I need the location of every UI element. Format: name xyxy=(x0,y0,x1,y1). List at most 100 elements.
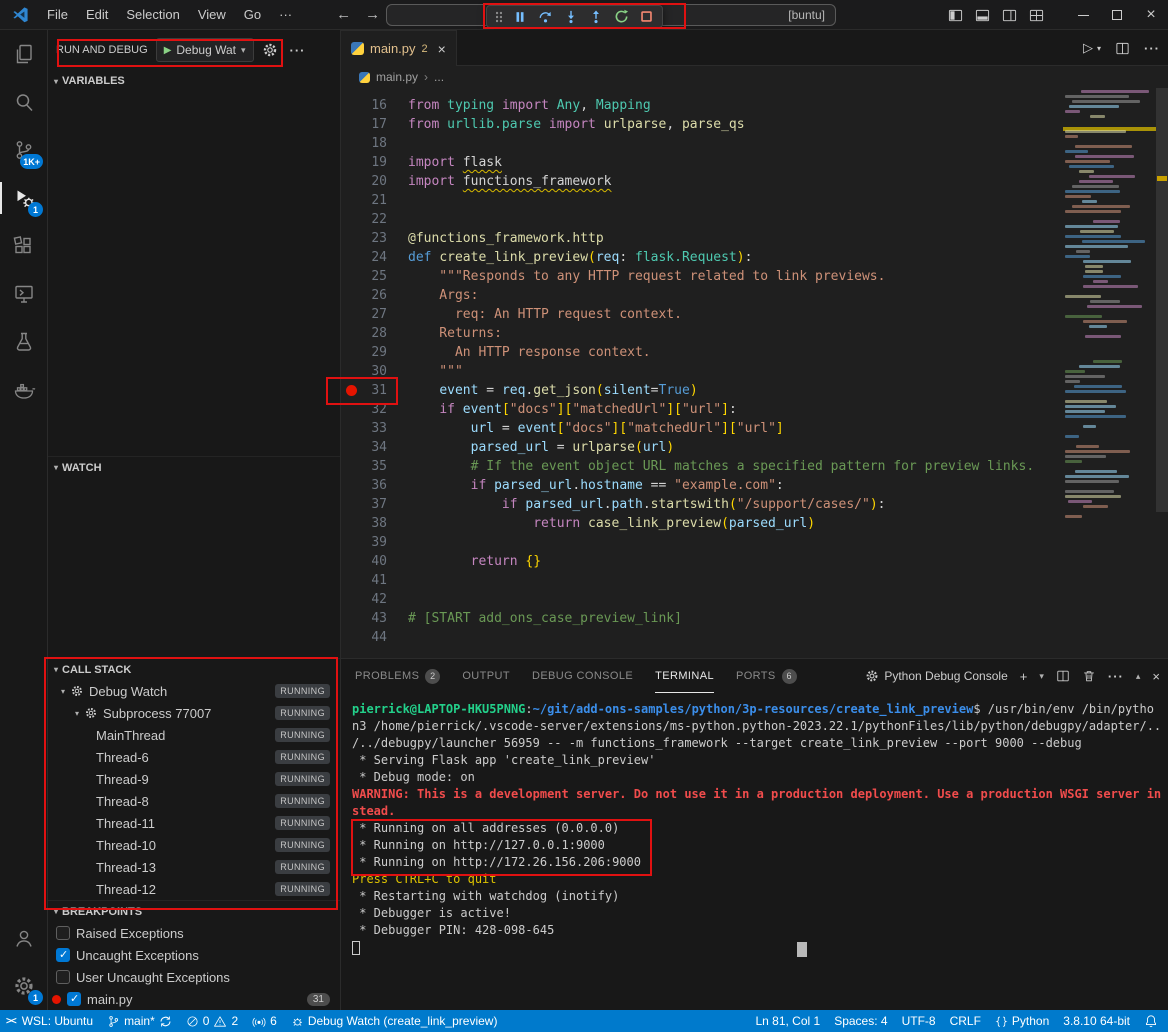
line-number[interactable]: 27 xyxy=(361,307,387,322)
step-over-icon[interactable] xyxy=(538,10,553,24)
code-line[interactable]: 28 Returns: xyxy=(341,324,1168,343)
panel-tab-debug-console[interactable]: DEBUG CONSOLE xyxy=(532,659,633,693)
code-line[interactable]: 29 An HTTP response context. xyxy=(341,343,1168,362)
line-number[interactable]: 36 xyxy=(361,478,387,493)
code-text[interactable]: """Responds to any HTTP request related … xyxy=(387,269,885,284)
tab-main-py[interactable]: main.py 2 × xyxy=(341,30,457,66)
code-text[interactable]: # If the event object URL matches a spec… xyxy=(387,459,1034,474)
panel-tab-ports[interactable]: PORTS6 xyxy=(736,659,797,693)
activity-settings[interactable]: 1 xyxy=(0,962,48,1010)
breakpoint-row[interactable]: main.py31 xyxy=(48,988,340,1010)
code-line[interactable]: 30 """ xyxy=(341,362,1168,381)
callstack-row[interactable]: Thread-11RUNNING xyxy=(48,812,340,834)
run-dropdown-chevron-icon[interactable]: ▾ xyxy=(1097,44,1101,53)
cursor-position[interactable]: Ln 81, Col 1 xyxy=(755,1014,820,1028)
breakpoint-row[interactable]: User Uncaught Exceptions xyxy=(48,966,340,988)
bell-icon[interactable] xyxy=(1144,1014,1158,1028)
callstack-row[interactable]: Thread-6RUNNING xyxy=(48,746,340,768)
callstack-row[interactable]: MainThreadRUNNING xyxy=(48,724,340,746)
menu-edit[interactable]: Edit xyxy=(78,4,116,25)
line-number[interactable]: 35 xyxy=(361,459,387,474)
tab-close-icon[interactable]: × xyxy=(438,41,446,57)
code-line[interactable]: 43# [START add_ons_case_preview_link] xyxy=(341,609,1168,628)
line-number[interactable]: 44 xyxy=(361,630,387,645)
code-line[interactable]: 39 xyxy=(341,533,1168,552)
code-line[interactable]: 25 """Responds to any HTTP request relat… xyxy=(341,267,1168,286)
views-more-icon[interactable]: ··· xyxy=(290,43,306,58)
line-number[interactable]: 21 xyxy=(361,193,387,208)
code-line[interactable]: 41 xyxy=(341,571,1168,590)
code-text[interactable]: An HTTP response context. xyxy=(387,345,651,360)
line-number[interactable]: 17 xyxy=(361,117,387,132)
line-number[interactable]: 24 xyxy=(361,250,387,265)
line-number[interactable]: 34 xyxy=(361,440,387,455)
line-number[interactable]: 19 xyxy=(361,155,387,170)
code-text[interactable]: return {} xyxy=(387,554,541,569)
customize-layout-icon[interactable] xyxy=(1029,8,1044,23)
code-text[interactable]: from urllib.parse import urlparse, parse… xyxy=(387,117,745,132)
toggle-panel-icon[interactable] xyxy=(975,8,990,23)
code-line[interactable]: 24def create_link_preview(req: flask.Req… xyxy=(341,248,1168,267)
code-line[interactable]: 40 return {} xyxy=(341,552,1168,571)
line-number[interactable]: 20 xyxy=(361,174,387,189)
activity-source-control[interactable]: 1K+ xyxy=(0,126,48,174)
breakpoint-row[interactable]: Uncaught Exceptions xyxy=(48,944,340,966)
debug-session-indicator[interactable]: Debug Watch (create_link_preview) xyxy=(291,1014,498,1028)
breakpoint-row[interactable]: Raised Exceptions xyxy=(48,922,340,944)
menu-go[interactable]: Go xyxy=(236,4,269,25)
new-terminal-icon[interactable]: + xyxy=(1020,669,1028,684)
line-number[interactable]: 41 xyxy=(361,573,387,588)
callstack-row[interactable]: Thread-12RUNNING xyxy=(48,878,340,900)
line-number[interactable]: 32 xyxy=(361,402,387,417)
variables-section-header[interactable]: ▾ VARIABLES xyxy=(48,70,340,92)
line-number[interactable]: 40 xyxy=(361,554,387,569)
close-button[interactable]: × xyxy=(1134,0,1168,30)
code-line[interactable]: 22 xyxy=(341,210,1168,229)
code-line[interactable]: 31 event = req.get_json(silent=True) xyxy=(341,381,1168,400)
code-text[interactable]: import functions_framework xyxy=(387,174,612,189)
line-number[interactable]: 30 xyxy=(361,364,387,379)
step-out-icon[interactable] xyxy=(589,10,603,24)
line-number[interactable]: 22 xyxy=(361,212,387,227)
activity-docker[interactable] xyxy=(0,366,48,414)
nav-forward-icon[interactable]: → xyxy=(365,6,380,23)
run-python-file-icon[interactable]: ▷ xyxy=(1083,40,1093,56)
indentation[interactable]: Spaces: 4 xyxy=(834,1014,887,1028)
drag-handle-icon[interactable] xyxy=(496,11,502,23)
code-text[interactable]: import flask xyxy=(387,155,502,170)
code-text[interactable]: @functions_framework.http xyxy=(387,231,604,246)
chevron-down-icon[interactable]: ▾ xyxy=(56,687,70,696)
code-line[interactable]: 19import flask xyxy=(341,153,1168,172)
activity-remote-explorer[interactable] xyxy=(0,270,48,318)
line-number[interactable]: 18 xyxy=(361,136,387,151)
split-editor-icon[interactable] xyxy=(1115,41,1130,56)
line-number[interactable]: 23 xyxy=(361,231,387,246)
code-text[interactable]: event = req.get_json(silent=True) xyxy=(387,383,698,398)
activity-accounts[interactable] xyxy=(0,914,48,962)
nav-back-icon[interactable]: ← xyxy=(336,6,351,23)
line-number[interactable]: 37 xyxy=(361,497,387,512)
menu-selection[interactable]: Selection xyxy=(118,4,187,25)
configure-gear-icon[interactable] xyxy=(262,42,278,58)
code-line[interactable]: 26 Args: xyxy=(341,286,1168,305)
callstack-row[interactable]: ▾Subprocess 77007RUNNING xyxy=(48,702,340,724)
panel-tab-output[interactable]: OUTPUT xyxy=(462,659,510,693)
close-panel-icon[interactable]: × xyxy=(1152,669,1160,684)
line-number[interactable]: 29 xyxy=(361,345,387,360)
breadcrumb-file[interactable]: main.py xyxy=(376,70,418,84)
activity-testing[interactable] xyxy=(0,318,48,366)
toggle-secondary-sidebar-icon[interactable] xyxy=(1002,8,1017,23)
code-text[interactable]: Returns: xyxy=(387,326,502,341)
callstack-row[interactable]: Thread-8RUNNING xyxy=(48,790,340,812)
line-number[interactable]: 38 xyxy=(361,516,387,531)
editor-more-icon[interactable]: ··· xyxy=(1144,41,1160,56)
call-stack-section-header[interactable]: ▾ CALL STACK xyxy=(48,658,340,680)
activity-run-and-debug[interactable]: 1 xyxy=(0,174,48,222)
activity-extensions[interactable] xyxy=(0,222,48,270)
problems-indicator[interactable]: 0 2 xyxy=(186,1014,238,1028)
step-into-icon[interactable] xyxy=(564,10,578,24)
code-text[interactable]: url = event["docs"]["matchedUrl"]["url"] xyxy=(387,421,784,436)
breadcrumb[interactable]: main.py › ... xyxy=(341,66,1168,88)
breakpoint-checkbox[interactable] xyxy=(56,926,70,940)
eol-sequence[interactable]: CRLF xyxy=(950,1014,981,1028)
